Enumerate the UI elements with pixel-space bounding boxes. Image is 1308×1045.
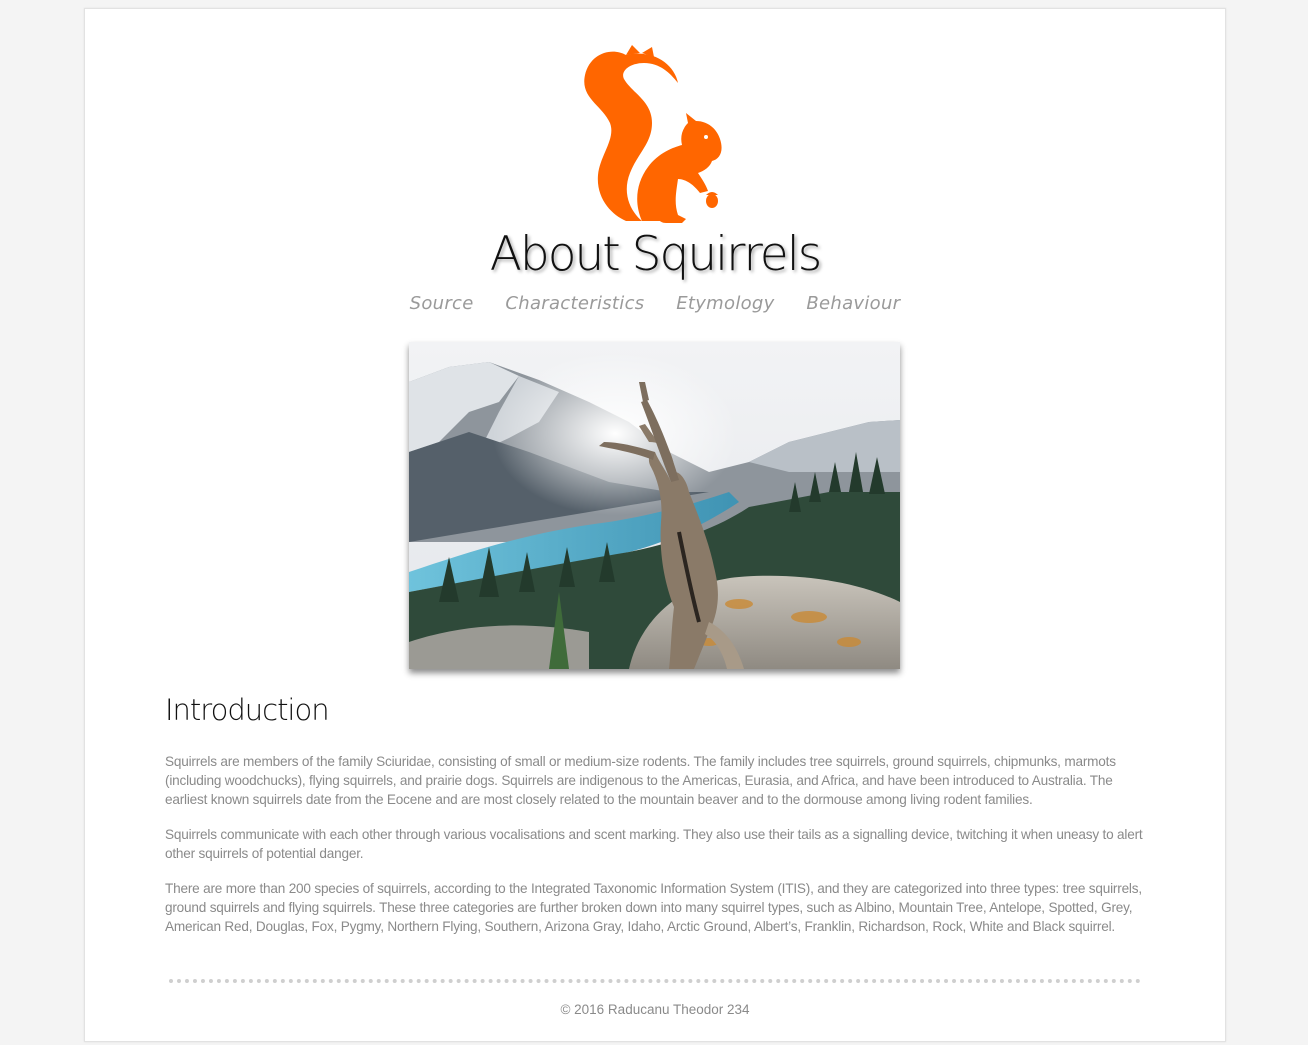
section-heading: Introduction <box>165 693 330 727</box>
intro-paragraph-1: Squirrels are members of the family Sciu… <box>165 754 1116 807</box>
site-title: About Squirrels <box>489 227 823 282</box>
nav-item-characteristics[interactable]: Characteristics <box>505 293 644 314</box>
intro-paragraph-3: There are more than 200 species of squir… <box>165 881 1142 934</box>
squirrel-logo-icon <box>584 45 722 223</box>
intro-paragraph-2: Squirrels communicate with each other th… <box>165 827 1143 861</box>
squirrel-mountain-photo <box>409 342 900 669</box>
footer-divider <box>169 979 1141 983</box>
page-container: About Squirrels Source Characteristics E… <box>84 8 1226 1042</box>
main-nav: Source Characteristics Etymology Behavio… <box>85 293 1225 314</box>
hero-image <box>409 342 900 669</box>
nav-item-etymology[interactable]: Etymology <box>676 293 774 314</box>
nav-item-behaviour[interactable]: Behaviour <box>806 293 900 314</box>
nav-item-source[interactable]: Source <box>410 293 474 314</box>
footer-text: © 2016 Raducanu Theodor 234 <box>560 1002 750 1017</box>
